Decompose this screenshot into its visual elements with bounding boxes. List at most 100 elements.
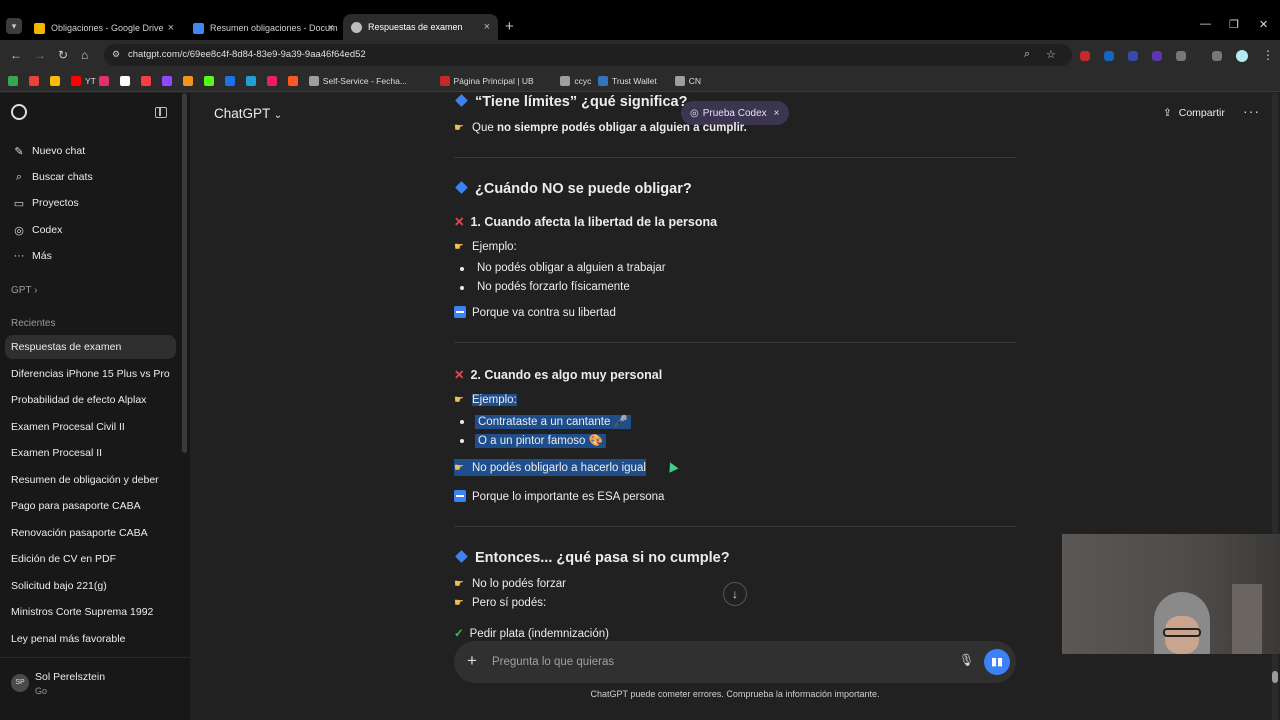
bookmark-item[interactable]: CN [674, 74, 701, 88]
sidebar-chat-item[interactable]: Resumen de obligación y deber [5, 468, 176, 492]
codex-pill-label: Prueba Codex [702, 107, 767, 119]
sidebar-item-search[interactable]: ⌕ Buscar chats [6, 165, 176, 189]
attach-plus-icon[interactable]: + [467, 651, 477, 671]
sidebar-chat-item[interactable]: Edición de CV en PDF [5, 547, 176, 571]
profile-avatar-icon[interactable] [1236, 50, 1248, 62]
sidebar-chat-item[interactable]: Solicitud bajo 221(g) [5, 574, 176, 598]
omnibox[interactable]: ⚙ chatgpt.com/c/69ee8c4f-8d84-83e9-9a39-… [104, 44, 1072, 66]
bold-text: no siempre podés obligar a alguien a cum… [496, 122, 747, 134]
sidebar-chat-item[interactable]: Probabilidad de efecto Alplax [5, 388, 176, 412]
back-icon[interactable]: ← [10, 48, 22, 62]
bookmark-item[interactable]: Página Principal | UB [439, 74, 534, 88]
bookmark-item[interactable]: ccyc [560, 74, 591, 88]
bookmark-item[interactable] [161, 74, 176, 88]
bookmark-favicon-icon [287, 76, 298, 86]
site-info-icon[interactable]: ⚙ [112, 49, 120, 60]
microphone-icon[interactable]: 🎙 [959, 653, 974, 667]
bookmark-item[interactable] [224, 74, 239, 88]
bookmark-item[interactable] [182, 74, 197, 88]
bookmark-item[interactable] [266, 74, 281, 88]
close-window-icon[interactable]: ✕ [1259, 18, 1268, 31]
reload-icon[interactable]: ↻ [58, 48, 68, 62]
sidebar-item-new-chat[interactable]: ✎ Nuevo chat [6, 139, 176, 163]
gpts-section-link[interactable]: GPT › [11, 285, 38, 296]
prompt-input[interactable] [492, 652, 912, 672]
sidebar-chat-item[interactable]: Examen Procesal Civil II [5, 415, 176, 439]
bookmark-item[interactable] [287, 74, 302, 88]
sidebar-toggle-icon[interactable] [155, 107, 167, 118]
close-tab-icon[interactable]: × [328, 22, 334, 34]
model-selector[interactable]: ChatGPT ⌄ [214, 106, 282, 121]
sidebar-item-projects[interactable]: ▭ Proyectos [6, 191, 176, 215]
bookmark-item[interactable] [98, 74, 113, 88]
extension-icon[interactable] [1152, 51, 1162, 61]
tab-title: Resumen obligaciones - Docum [210, 23, 338, 33]
pointing-hand-icon: ☛ [454, 597, 464, 609]
bookmark-item[interactable] [29, 74, 43, 88]
bookmark-item[interactable]: Trust Wallet [598, 74, 657, 88]
minimize-icon[interactable]: — [1200, 18, 1211, 30]
bookmark-favicon-icon [674, 76, 685, 86]
chatgpt-logo-icon[interactable] [11, 104, 27, 120]
bookmark-favicon-icon [560, 76, 571, 86]
sidebar-item-label: Buscar chats [32, 171, 93, 183]
bookmark-favicon-icon [8, 76, 18, 86]
user-profile[interactable]: SP Sol Perelsztein Go [0, 657, 190, 720]
close-tab-icon[interactable]: × [168, 22, 174, 34]
extension-icon[interactable] [1104, 51, 1114, 61]
more-options-icon[interactable]: ··· [1243, 103, 1260, 119]
voice-mode-button[interactable]: ▮▮ [984, 649, 1010, 675]
selected-text: Contrataste a un cantante 🎤 [475, 415, 631, 429]
browser-menu-icon[interactable]: ⋮ [1262, 48, 1274, 62]
red-x-icon: ✕ [454, 215, 465, 229]
tab-search-button[interactable]: ▾ [6, 18, 22, 34]
share-label: Compartir [1178, 107, 1225, 119]
extension-icon[interactable] [1080, 51, 1090, 61]
text: Pedir plata (indemnización) [469, 628, 609, 640]
new-tab-button[interactable]: + [505, 18, 514, 35]
extension-icon[interactable] [1128, 51, 1138, 61]
bookmark-item[interactable] [245, 74, 260, 88]
title-text: 2. Cuando es algo muy personal [470, 368, 663, 382]
sidebar-scrollbar[interactable] [182, 93, 187, 453]
bookmark-item[interactable] [140, 74, 155, 88]
close-tab-icon[interactable]: × [484, 21, 490, 33]
limits-line: ☛ Que no siempre podés obligar a alguien … [454, 121, 747, 134]
bookmark-item[interactable] [119, 74, 134, 88]
share-button[interactable]: ⇪ Compartir [1163, 107, 1225, 119]
bookmark-item[interactable]: YT [71, 74, 96, 88]
sidebar-item-label: Proyectos [32, 197, 79, 209]
sidebar-chat-item[interactable]: Pago para pasaporte CABA [5, 494, 176, 518]
close-icon[interactable]: × [774, 108, 780, 119]
scrollbar-thumb[interactable] [1272, 671, 1278, 683]
bookmark-star-icon[interactable]: ☆ [1046, 48, 1056, 61]
sidebar-chat-item[interactable]: Renovación pasaporte CABA [5, 521, 176, 545]
tab-google-drive[interactable]: Obligaciones - Google Drive × [26, 16, 182, 40]
forward-icon[interactable]: → [34, 48, 46, 62]
sidebar-item-codex[interactable]: ◎ Codex [6, 218, 176, 242]
restore-icon[interactable]: ❐ [1229, 18, 1239, 31]
bookmark-item[interactable] [50, 74, 64, 88]
heading-when-not: ¿Cuándo NO se puede obligar? [454, 181, 692, 197]
home-icon[interactable]: ⌂ [81, 48, 88, 62]
bookmark-item[interactable] [203, 74, 218, 88]
sidebar-chat-item[interactable]: Examen Procesal II [5, 441, 176, 465]
tab-chatgpt[interactable]: Respuestas de examen × [343, 14, 498, 40]
bookmark-item[interactable]: Self-Service - Fecha... [308, 74, 407, 88]
sidebar-chat-item[interactable]: Ministros Corte Suprema 1992 [5, 600, 176, 624]
bookmark-item[interactable] [8, 74, 22, 88]
url-text[interactable]: chatgpt.com/c/69ee8c4f-8d84-83e9-9a39-9a… [128, 49, 366, 60]
selected-text: O a un pintor famoso 🎨 [475, 434, 606, 448]
codex-icon: ◎ [14, 224, 24, 237]
sidebar-chat-item[interactable]: Ley penal más favorable [5, 627, 176, 651]
tab-docs[interactable]: Resumen obligaciones - Docum × [185, 16, 342, 40]
extensions-puzzle-icon[interactable] [1176, 51, 1186, 61]
scroll-to-bottom-button[interactable]: ↓ [723, 582, 747, 606]
bookmark-label: Trust Wallet [612, 76, 657, 86]
reading-list-icon[interactable] [1212, 51, 1222, 61]
sidebar-chat-item[interactable]: Respuestas de examen [5, 335, 176, 359]
sidebar-chat-item[interactable]: Diferencias iPhone 15 Plus vs Pro [5, 362, 176, 386]
zoom-icon[interactable]: ⌕ [1024, 48, 1030, 61]
bullet-dot [460, 286, 464, 290]
sidebar-item-more[interactable]: ··· Más [6, 244, 176, 268]
